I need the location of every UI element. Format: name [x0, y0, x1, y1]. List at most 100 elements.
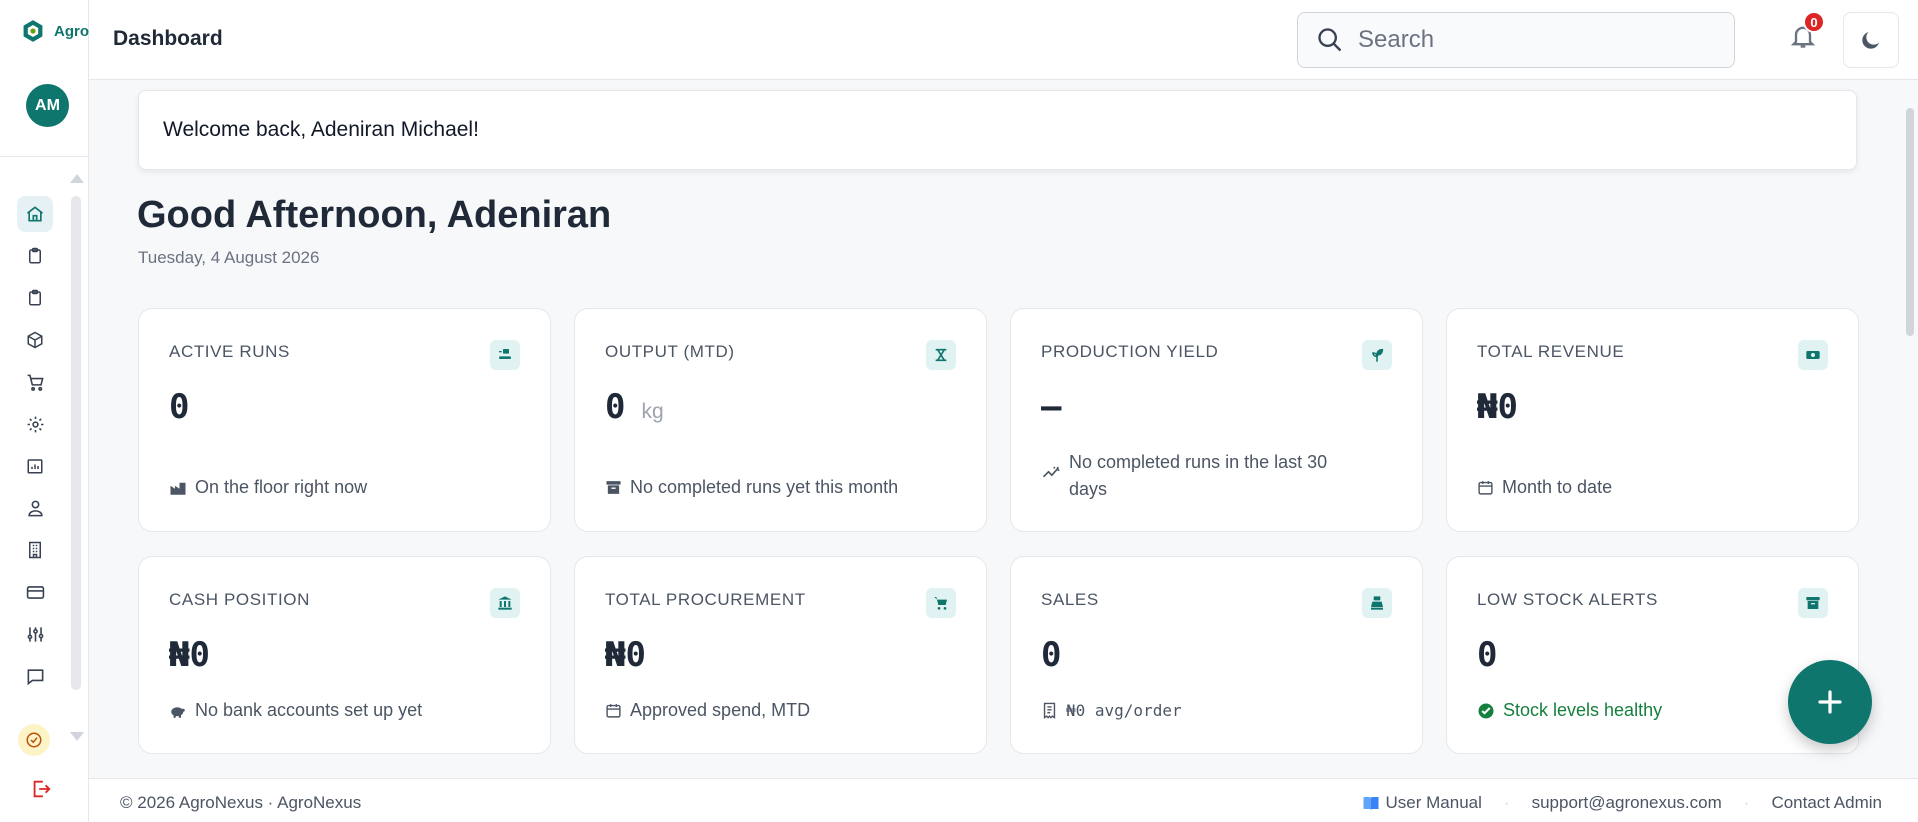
main-scrollbar[interactable] — [1906, 108, 1914, 336]
sidebar-item-settings[interactable] — [17, 406, 53, 442]
stat-subtitle: On the floor right now — [169, 474, 367, 501]
calendar-icon — [1478, 481, 1493, 495]
sidebar-item-cart[interactable] — [17, 364, 53, 400]
check-clock-icon — [26, 732, 42, 748]
clipboard-list-icon — [29, 289, 41, 306]
chat-icon — [27, 668, 43, 685]
cart-icon — [926, 588, 956, 618]
sidebar-item-clipboard[interactable] — [17, 238, 53, 274]
stat-label: OUTPUT (MTD) — [605, 342, 735, 361]
avatar[interactable]: AM — [26, 84, 69, 127]
user-manual-link[interactable]: User Manual — [1362, 793, 1482, 813]
stat-value: ₦0 — [169, 635, 210, 675]
stat-label: TOTAL REVENUE — [1477, 342, 1625, 361]
gear-icon — [27, 416, 43, 432]
stat-card-total-revenue[interactable]: TOTAL REVENUE ₦0 Month to date — [1446, 308, 1859, 532]
box-icon — [27, 331, 43, 349]
sidebar: Agro AM — [0, 0, 89, 822]
stat-label: SALES — [1041, 590, 1099, 609]
logo[interactable]: Agro — [20, 18, 89, 44]
sidebar-divider — [0, 156, 89, 157]
register-icon — [1362, 588, 1392, 618]
office-icon — [29, 541, 41, 559]
logout-icon — [33, 780, 51, 798]
sidebar-scroll-up-icon[interactable] — [70, 174, 84, 183]
trend-icon — [1042, 466, 1060, 478]
welcome-message: Welcome back, Adeniran Michael! — [163, 118, 479, 141]
sidebar-scroll-down-icon[interactable] — [70, 732, 84, 741]
welcome-banner: Welcome back, Adeniran Michael! — [138, 90, 1857, 170]
greeting-title: Good Afternoon, Adeniran — [137, 194, 612, 236]
scale-icon — [926, 340, 956, 370]
stat-value: 0 — [1041, 635, 1062, 675]
sidebar-item-messages[interactable] — [17, 658, 53, 694]
stat-card-production-yield[interactable]: PRODUCTION YIELD – No completed runs in … — [1010, 308, 1423, 532]
footer: © 2026 AgroNexus · AgroNexus User Manual… — [89, 778, 1918, 822]
stat-card-sales[interactable]: SALES 0 ₦0 avg/order — [1010, 556, 1423, 754]
sidebar-item-tasks[interactable] — [18, 724, 50, 756]
seedling-icon — [1362, 340, 1392, 370]
stat-value: 0 kg — [605, 387, 664, 427]
piggy-bank-icon — [171, 706, 185, 718]
money-icon — [1798, 340, 1828, 370]
sidebar-item-reports[interactable] — [17, 448, 53, 484]
factory-icon — [170, 482, 186, 495]
cart-icon — [27, 374, 44, 391]
theme-toggle-button[interactable] — [1843, 12, 1899, 68]
current-date: Tuesday, 4 August 2026 — [138, 248, 320, 267]
calendar-icon — [606, 704, 621, 718]
stat-label: PRODUCTION YIELD — [1041, 342, 1219, 361]
sidebar-item-billing[interactable] — [17, 574, 53, 610]
stat-card-total-procurement[interactable]: TOTAL PROCUREMENT ₦0 Approved spend, MTD — [574, 556, 987, 754]
stat-value: 0 — [1477, 635, 1498, 675]
sidebar-item-adjustments[interactable] — [17, 616, 53, 652]
stat-card-output[interactable]: OUTPUT (MTD) 0 kg No completed runs yet t… — [574, 308, 987, 532]
stat-subtitle: ₦0 avg/order — [1041, 697, 1182, 724]
stat-label: ACTIVE RUNS — [169, 342, 290, 361]
archive-icon — [1798, 588, 1828, 618]
search-box[interactable] — [1297, 12, 1735, 68]
sidebar-item-clipboard-list[interactable] — [17, 280, 53, 316]
credit-card-icon — [26, 585, 44, 599]
search-input[interactable] — [1358, 26, 1698, 54]
add-button[interactable] — [1788, 660, 1872, 744]
stat-value: ₦0 — [605, 635, 646, 675]
sidebar-item-users[interactable] — [17, 490, 53, 526]
stat-subtitle: Approved spend, MTD — [605, 697, 810, 724]
stat-card-cash-position[interactable]: CASH POSITION ₦0 No bank accounts set up… — [138, 556, 551, 754]
stat-label: TOTAL PROCUREMENT — [605, 590, 806, 609]
footer-links: User Manual · support@agronexus.com · Co… — [1362, 793, 1882, 813]
stat-value: – — [1041, 387, 1062, 427]
users-icon — [27, 500, 43, 516]
stat-subtitle: Month to date — [1477, 474, 1612, 501]
building-chart-icon — [27, 459, 43, 474]
receipt-icon — [1043, 702, 1056, 719]
clipboard-icon — [29, 247, 41, 264]
contact-admin-link[interactable]: Contact Admin — [1771, 793, 1882, 813]
footer-separator: · — [1503, 793, 1510, 812]
sidebar-item-office[interactable] — [17, 532, 53, 568]
sidebar-item-dashboard[interactable] — [17, 196, 53, 232]
stat-value: 0 — [169, 387, 190, 427]
sidebar-item-inventory[interactable] — [17, 322, 53, 358]
bank-icon — [490, 588, 520, 618]
stat-subtitle: No completed runs yet this month — [605, 474, 898, 501]
support-email-link[interactable]: support@agronexus.com — [1532, 793, 1722, 813]
stat-subtitle: No completed runs in the last 30 days — [1041, 449, 1361, 503]
sliders-icon — [27, 626, 43, 642]
plus-icon — [1818, 690, 1842, 714]
footer-separator: · — [1743, 793, 1750, 812]
notification-badge: 0 — [1803, 11, 1825, 33]
logout-button[interactable] — [26, 774, 56, 804]
check-circle-icon — [1478, 703, 1494, 718]
logo-text: Agro — [54, 22, 89, 40]
search-icon — [1318, 28, 1342, 52]
page-title: Dashboard — [113, 27, 223, 50]
sidebar-scrollbar[interactable] — [71, 196, 81, 690]
footer-copyright: © 2026 AgroNexus · AgroNexus — [120, 793, 362, 812]
stat-subtitle: Stock levels healthy — [1477, 697, 1662, 724]
book-icon — [1363, 797, 1379, 810]
hexagon-logo-icon — [23, 20, 43, 42]
stat-card-active-runs[interactable]: ACTIVE RUNS 0 On the floor right now — [138, 308, 551, 532]
user-manual-label: User Manual — [1385, 793, 1482, 812]
